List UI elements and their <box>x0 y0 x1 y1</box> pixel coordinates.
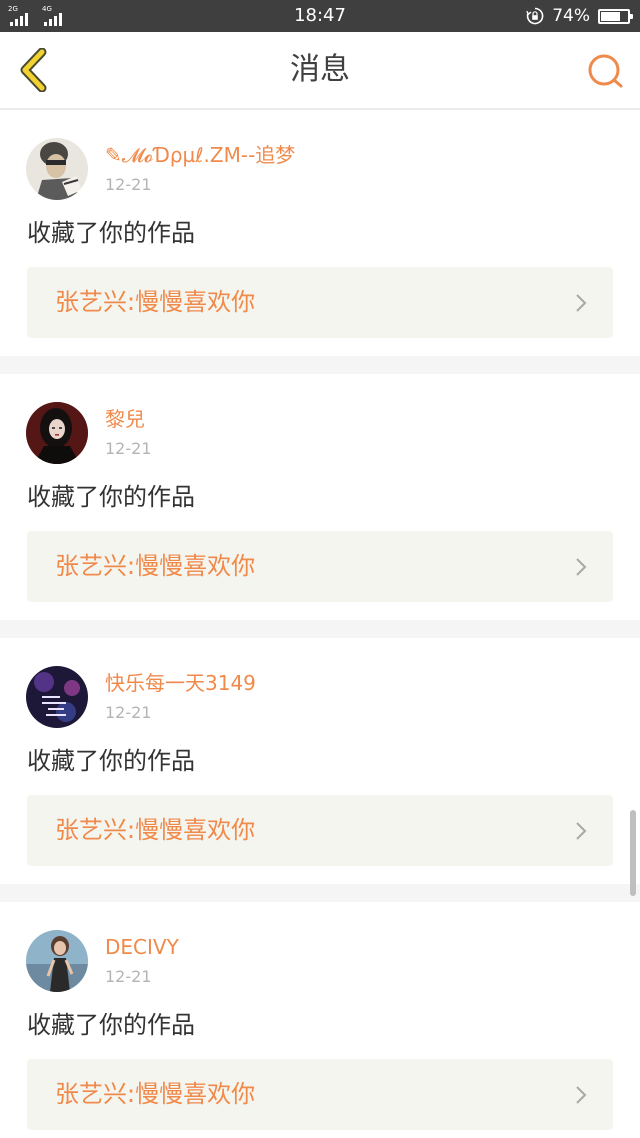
message-action: 收藏了你的作品 <box>27 1011 195 1039</box>
search-button[interactable] <box>586 52 626 90</box>
status-bar: 2G 4G 18:47 74% <box>0 0 640 32</box>
work-card[interactable]: 张艺兴:慢慢喜欢你 <box>27 267 613 338</box>
message-item: 快乐每一天3149 12-21 收藏了你的作品 张艺兴:慢慢喜欢你 <box>0 638 640 884</box>
screen: 2G 4G 18:47 74% 消息 ✎𝓜𝓸Ɗρµℓ.ZM--追梦 12-21 … <box>0 0 640 1138</box>
rotation-lock-icon <box>526 7 544 25</box>
avatar[interactable] <box>26 402 88 464</box>
work-card[interactable]: 张艺兴:慢慢喜欢你 <box>27 531 613 602</box>
chevron-right-icon <box>576 558 587 576</box>
message-item: DECIVY 12-21 收藏了你的作品 张艺兴:慢慢喜欢你 <box>0 902 640 1138</box>
avatar-image <box>26 138 88 200</box>
search-icon <box>588 54 623 88</box>
message-item: ✎𝓜𝓸Ɗρµℓ.ZM--追梦 12-21 收藏了你的作品 张艺兴:慢慢喜欢你 <box>0 110 640 356</box>
chevron-right-icon <box>576 822 587 840</box>
battery-icon <box>598 8 633 24</box>
message-action: 收藏了你的作品 <box>27 747 195 775</box>
message-date: 12-21 <box>105 439 152 458</box>
battery-fill <box>601 11 620 21</box>
avatar[interactable] <box>26 930 88 992</box>
avatar[interactable] <box>26 138 88 200</box>
avatar-image <box>26 402 88 464</box>
user-name[interactable]: ✎𝓜𝓸Ɗρµℓ.ZM--追梦 <box>105 142 295 168</box>
work-card[interactable]: 张艺兴:慢慢喜欢你 <box>27 1059 613 1130</box>
user-name[interactable]: 黎兒 <box>105 406 145 432</box>
divider <box>0 620 640 638</box>
work-title: 张艺兴:慢慢喜欢你 <box>55 552 256 580</box>
back-button[interactable] <box>14 47 56 93</box>
work-title: 张艺兴:慢慢喜欢你 <box>55 288 256 316</box>
message-list: ✎𝓜𝓸Ɗρµℓ.ZM--追梦 12-21 收藏了你的作品 张艺兴:慢慢喜欢你 黎… <box>0 110 640 1138</box>
divider <box>0 356 640 374</box>
scrollbar-thumb[interactable] <box>630 810 636 896</box>
avatar-image <box>26 666 88 728</box>
work-title: 张艺兴:慢慢喜欢你 <box>55 1080 256 1108</box>
chevron-right-icon <box>576 1086 587 1104</box>
work-title: 张艺兴:慢慢喜欢你 <box>55 816 256 844</box>
header: 消息 <box>0 32 640 110</box>
divider <box>0 884 640 902</box>
message-action: 收藏了你的作品 <box>27 219 195 247</box>
message-action: 收藏了你的作品 <box>27 483 195 511</box>
user-name[interactable]: 快乐每一天3149 <box>105 670 256 696</box>
scrollbar[interactable] <box>630 110 636 1138</box>
user-name[interactable]: DECIVY <box>105 934 179 960</box>
message-item: 黎兒 12-21 收藏了你的作品 张艺兴:慢慢喜欢你 <box>0 374 640 620</box>
message-date: 12-21 <box>105 703 152 722</box>
battery-percent: 74% <box>552 6 590 26</box>
message-date: 12-21 <box>105 175 152 194</box>
message-date: 12-21 <box>105 967 152 986</box>
status-right-group: 74% <box>526 0 633 32</box>
chevron-right-icon <box>576 294 587 312</box>
avatar-image <box>26 930 88 992</box>
work-card[interactable]: 张艺兴:慢慢喜欢你 <box>27 795 613 866</box>
chevron-left-icon <box>20 47 47 93</box>
avatar[interactable] <box>26 666 88 728</box>
page-title: 消息 <box>290 52 350 87</box>
